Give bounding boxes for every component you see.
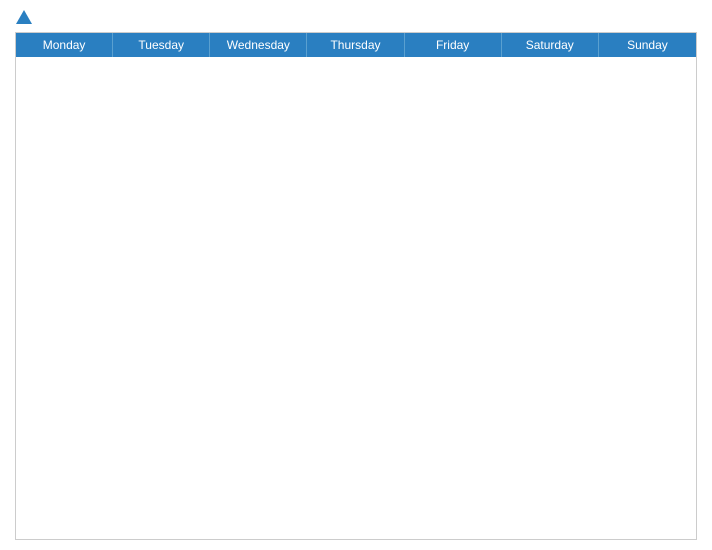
day-header-friday: Friday <box>405 33 502 57</box>
calendar-grid: MondayTuesdayWednesdayThursdayFridaySatu… <box>15 32 697 540</box>
day-header-monday: Monday <box>16 33 113 57</box>
logo-blue-row <box>15 10 34 24</box>
calendar-page: MondayTuesdayWednesdayThursdayFridaySatu… <box>0 0 712 550</box>
logo-triangle-icon <box>16 10 32 24</box>
logo <box>15 10 34 24</box>
day-header-saturday: Saturday <box>502 33 599 57</box>
day-header-thursday: Thursday <box>307 33 404 57</box>
day-header-tuesday: Tuesday <box>113 33 210 57</box>
days-header: MondayTuesdayWednesdayThursdayFridaySatu… <box>16 33 696 57</box>
page-header <box>15 10 697 24</box>
day-header-wednesday: Wednesday <box>210 33 307 57</box>
day-header-sunday: Sunday <box>599 33 696 57</box>
weeks-container <box>16 57 696 539</box>
